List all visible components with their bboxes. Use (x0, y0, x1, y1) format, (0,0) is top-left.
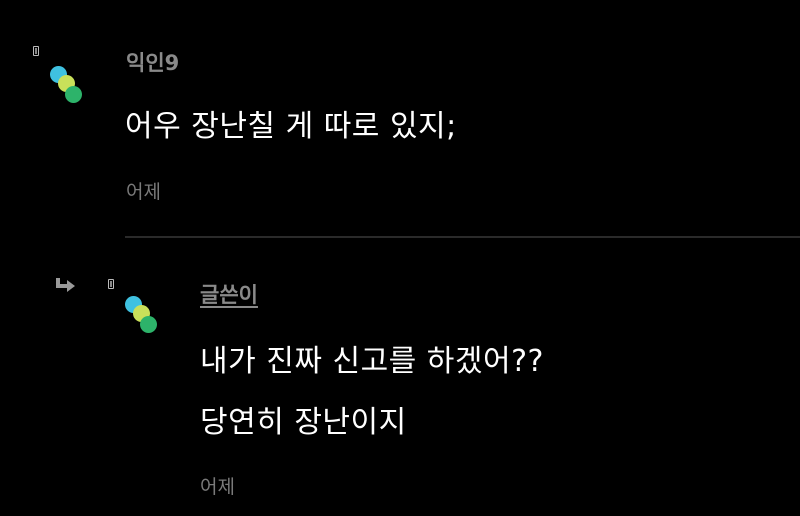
avatar-dot (65, 86, 82, 103)
bookmark-icon[interactable] (33, 46, 39, 56)
bookmark-icon[interactable] (108, 279, 114, 289)
comment-author[interactable]: 익인9 (126, 47, 179, 77)
comment-text: 내가 진짜 신고를 하겠어?? (200, 344, 544, 379)
avatar-dot (140, 316, 157, 333)
comment-text: 당연히 장난이지 (200, 405, 407, 440)
reply-arrow-icon (56, 278, 75, 292)
comment-author[interactable]: 글쓴이 (200, 279, 258, 309)
avatar[interactable] (50, 66, 90, 112)
comment-timestamp: 어제 (200, 476, 235, 498)
comment-divider (125, 236, 800, 238)
comment-text: 어우 장난칠 게 따로 있지; (125, 109, 457, 144)
avatar[interactable] (125, 296, 165, 342)
comment-timestamp: 어제 (126, 181, 161, 203)
